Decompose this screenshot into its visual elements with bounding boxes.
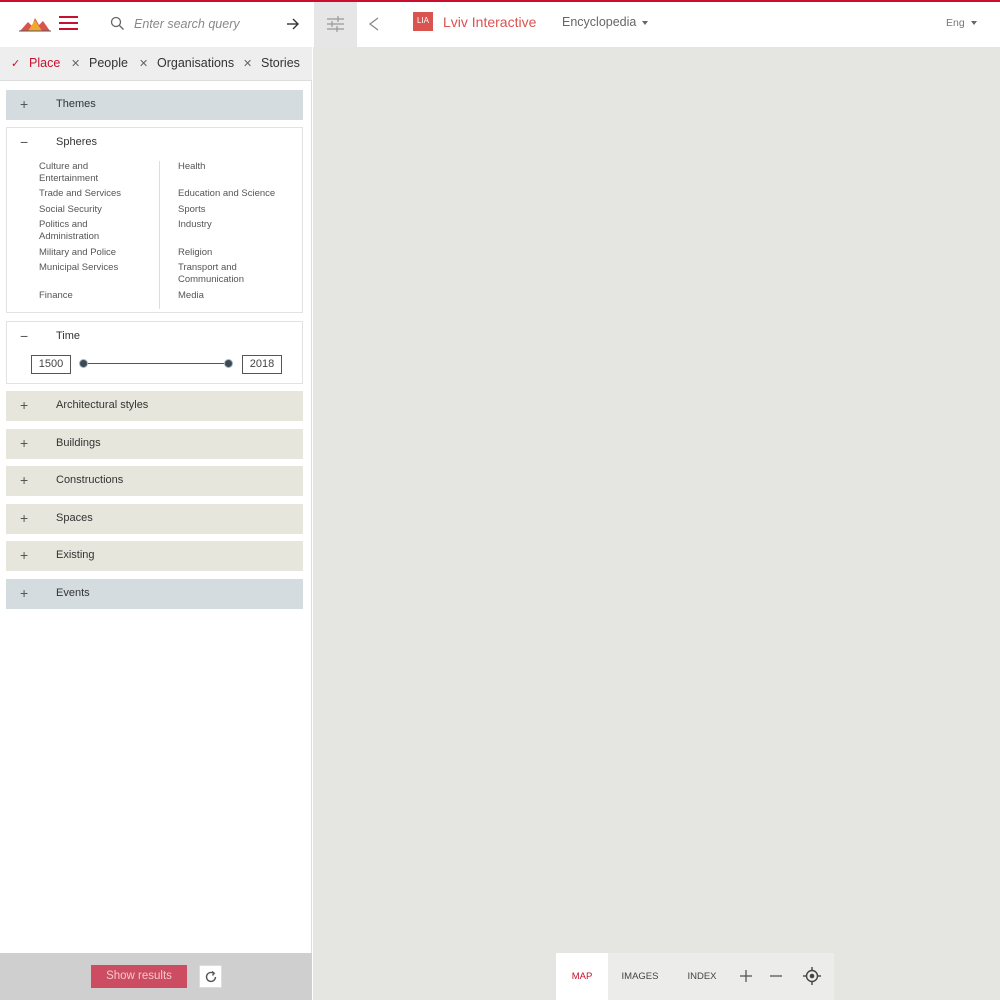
plus-icon: + <box>20 472 29 488</box>
sphere-option[interactable]: Media <box>178 290 288 302</box>
sphere-option[interactable]: Finance <box>39 290 149 302</box>
section-label: Spaces <box>56 512 93 524</box>
sphere-option[interactable]: Municipal Services <box>39 262 149 274</box>
caret-down-icon <box>642 20 649 25</box>
sidebar-footer: Show results <box>0 953 312 1000</box>
zoom-in-icon[interactable] <box>735 965 757 987</box>
sphere-option[interactable]: Culture and Entertainment <box>39 161 149 184</box>
refresh-icon[interactable] <box>199 965 222 988</box>
sphere-option[interactable]: Sports <box>178 204 288 216</box>
tab-people[interactable]: ✕ People <box>71 56 128 70</box>
encyclopedia-dropdown[interactable]: Encyclopedia <box>562 15 649 29</box>
section-buildings[interactable]: + Buildings <box>6 429 303 459</box>
locate-icon[interactable] <box>801 965 823 987</box>
tab-label: Place <box>29 56 61 70</box>
tab-index[interactable]: INDEX <box>680 953 724 1000</box>
time-slider-start-handle[interactable] <box>79 359 88 368</box>
sphere-option[interactable]: Trade and Services <box>39 188 149 200</box>
header: LIA Lviv Interactive Encyclopedia Eng <box>0 2 1000 47</box>
plus-icon: + <box>20 96 29 112</box>
zoom-out-icon[interactable] <box>765 965 787 987</box>
end-year-input[interactable]: 2018 <box>242 355 282 374</box>
check-icon: ✓ <box>11 58 21 70</box>
tab-label: People <box>89 56 128 70</box>
plus-icon: + <box>20 435 29 451</box>
time-slider-track[interactable] <box>84 363 230 364</box>
section-label: Events <box>56 587 90 599</box>
search-input[interactable] <box>134 12 279 36</box>
sphere-option[interactable]: Transport and Communication <box>178 262 268 285</box>
sphere-option[interactable]: Health <box>178 161 288 173</box>
lia-badge-text: LIA <box>413 12 433 29</box>
sphere-option[interactable]: Military and Police <box>39 247 149 259</box>
section-label: Constructions <box>56 474 124 486</box>
tab-place[interactable]: ✓ Place <box>11 56 60 70</box>
sphere-option[interactable]: Politics and Administration <box>39 219 129 242</box>
section-architectural-styles[interactable]: + Architectural styles <box>6 391 303 421</box>
close-icon: ✕ <box>243 58 253 70</box>
lia-logo-badge[interactable]: LIA <box>413 12 433 34</box>
tab-label: Stories <box>261 56 300 70</box>
section-label: Existing <box>56 549 95 561</box>
tab-organisations[interactable]: ✕ Organisations <box>139 56 234 70</box>
sphere-option[interactable]: Religion <box>178 247 288 259</box>
language-selector[interactable]: Eng <box>946 17 977 29</box>
section-spaces[interactable]: + Spaces <box>6 504 303 534</box>
section-themes[interactable]: + Themes <box>6 90 303 120</box>
section-existing[interactable]: + Existing <box>6 541 303 571</box>
section-constructions[interactable]: + Constructions <box>6 466 303 496</box>
section-label: Architectural styles <box>56 399 149 411</box>
tab-images[interactable]: IMAGES <box>614 953 666 1000</box>
encyclopedia-label: Encyclopedia <box>562 15 637 29</box>
arrow-right-icon[interactable] <box>284 15 302 33</box>
section-label: Themes <box>56 98 96 110</box>
plus-icon: + <box>20 585 29 601</box>
sphere-option[interactable]: Social Security <box>39 204 149 216</box>
filter-toggle-button[interactable] <box>314 2 357 47</box>
close-icon: ✕ <box>71 58 81 70</box>
language-label: Eng <box>946 17 965 29</box>
spheres-header[interactable]: − Spheres <box>7 128 302 156</box>
tab-stories[interactable]: ✕ Stories <box>243 56 300 70</box>
map-canvas[interactable] <box>313 47 1000 1000</box>
sliders-icon <box>327 16 344 32</box>
entity-tabs: ✓ Place ✕ People ✕ Organisations ✕ Stories <box>0 47 312 81</box>
section-events[interactable]: + Events <box>6 579 303 609</box>
time-header[interactable]: − Time <box>7 322 302 350</box>
filter-sidebar: ✓ Place ✕ People ✕ Organisations ✕ Stories +… <box>0 47 312 953</box>
show-results-button[interactable]: Show results <box>91 965 187 988</box>
search-icon <box>110 16 125 31</box>
app-title[interactable]: Lviv Interactive <box>443 14 536 30</box>
plus-icon: + <box>20 547 29 563</box>
plus-icon: + <box>20 510 29 526</box>
panel-time: − Time 1500 2018 <box>6 321 303 384</box>
caret-down-icon <box>970 21 977 26</box>
tab-map[interactable]: MAP <box>556 953 608 1000</box>
share-icon[interactable] <box>364 14 384 34</box>
panel-spheres: − Spheres Culture and Entertainment Trad… <box>6 127 303 313</box>
close-icon: ✕ <box>139 58 149 70</box>
tab-label: Organisations <box>157 56 235 70</box>
section-label: Spheres <box>56 136 97 148</box>
start-year-input[interactable]: 1500 <box>31 355 71 374</box>
sphere-option[interactable]: Education and Science <box>178 188 288 200</box>
column-divider <box>159 161 160 309</box>
minus-icon: − <box>20 134 29 150</box>
plus-icon: + <box>20 397 29 413</box>
section-label: Time <box>56 330 81 342</box>
section-label: Buildings <box>56 437 101 449</box>
map-controls: MAP IMAGES INDEX <box>556 953 834 1000</box>
time-slider-end-handle[interactable] <box>224 359 233 368</box>
sphere-option[interactable]: Industry <box>178 219 288 231</box>
hamburger-menu-icon[interactable] <box>59 16 78 32</box>
logo[interactable] <box>18 14 52 34</box>
minus-icon: − <box>20 328 29 344</box>
